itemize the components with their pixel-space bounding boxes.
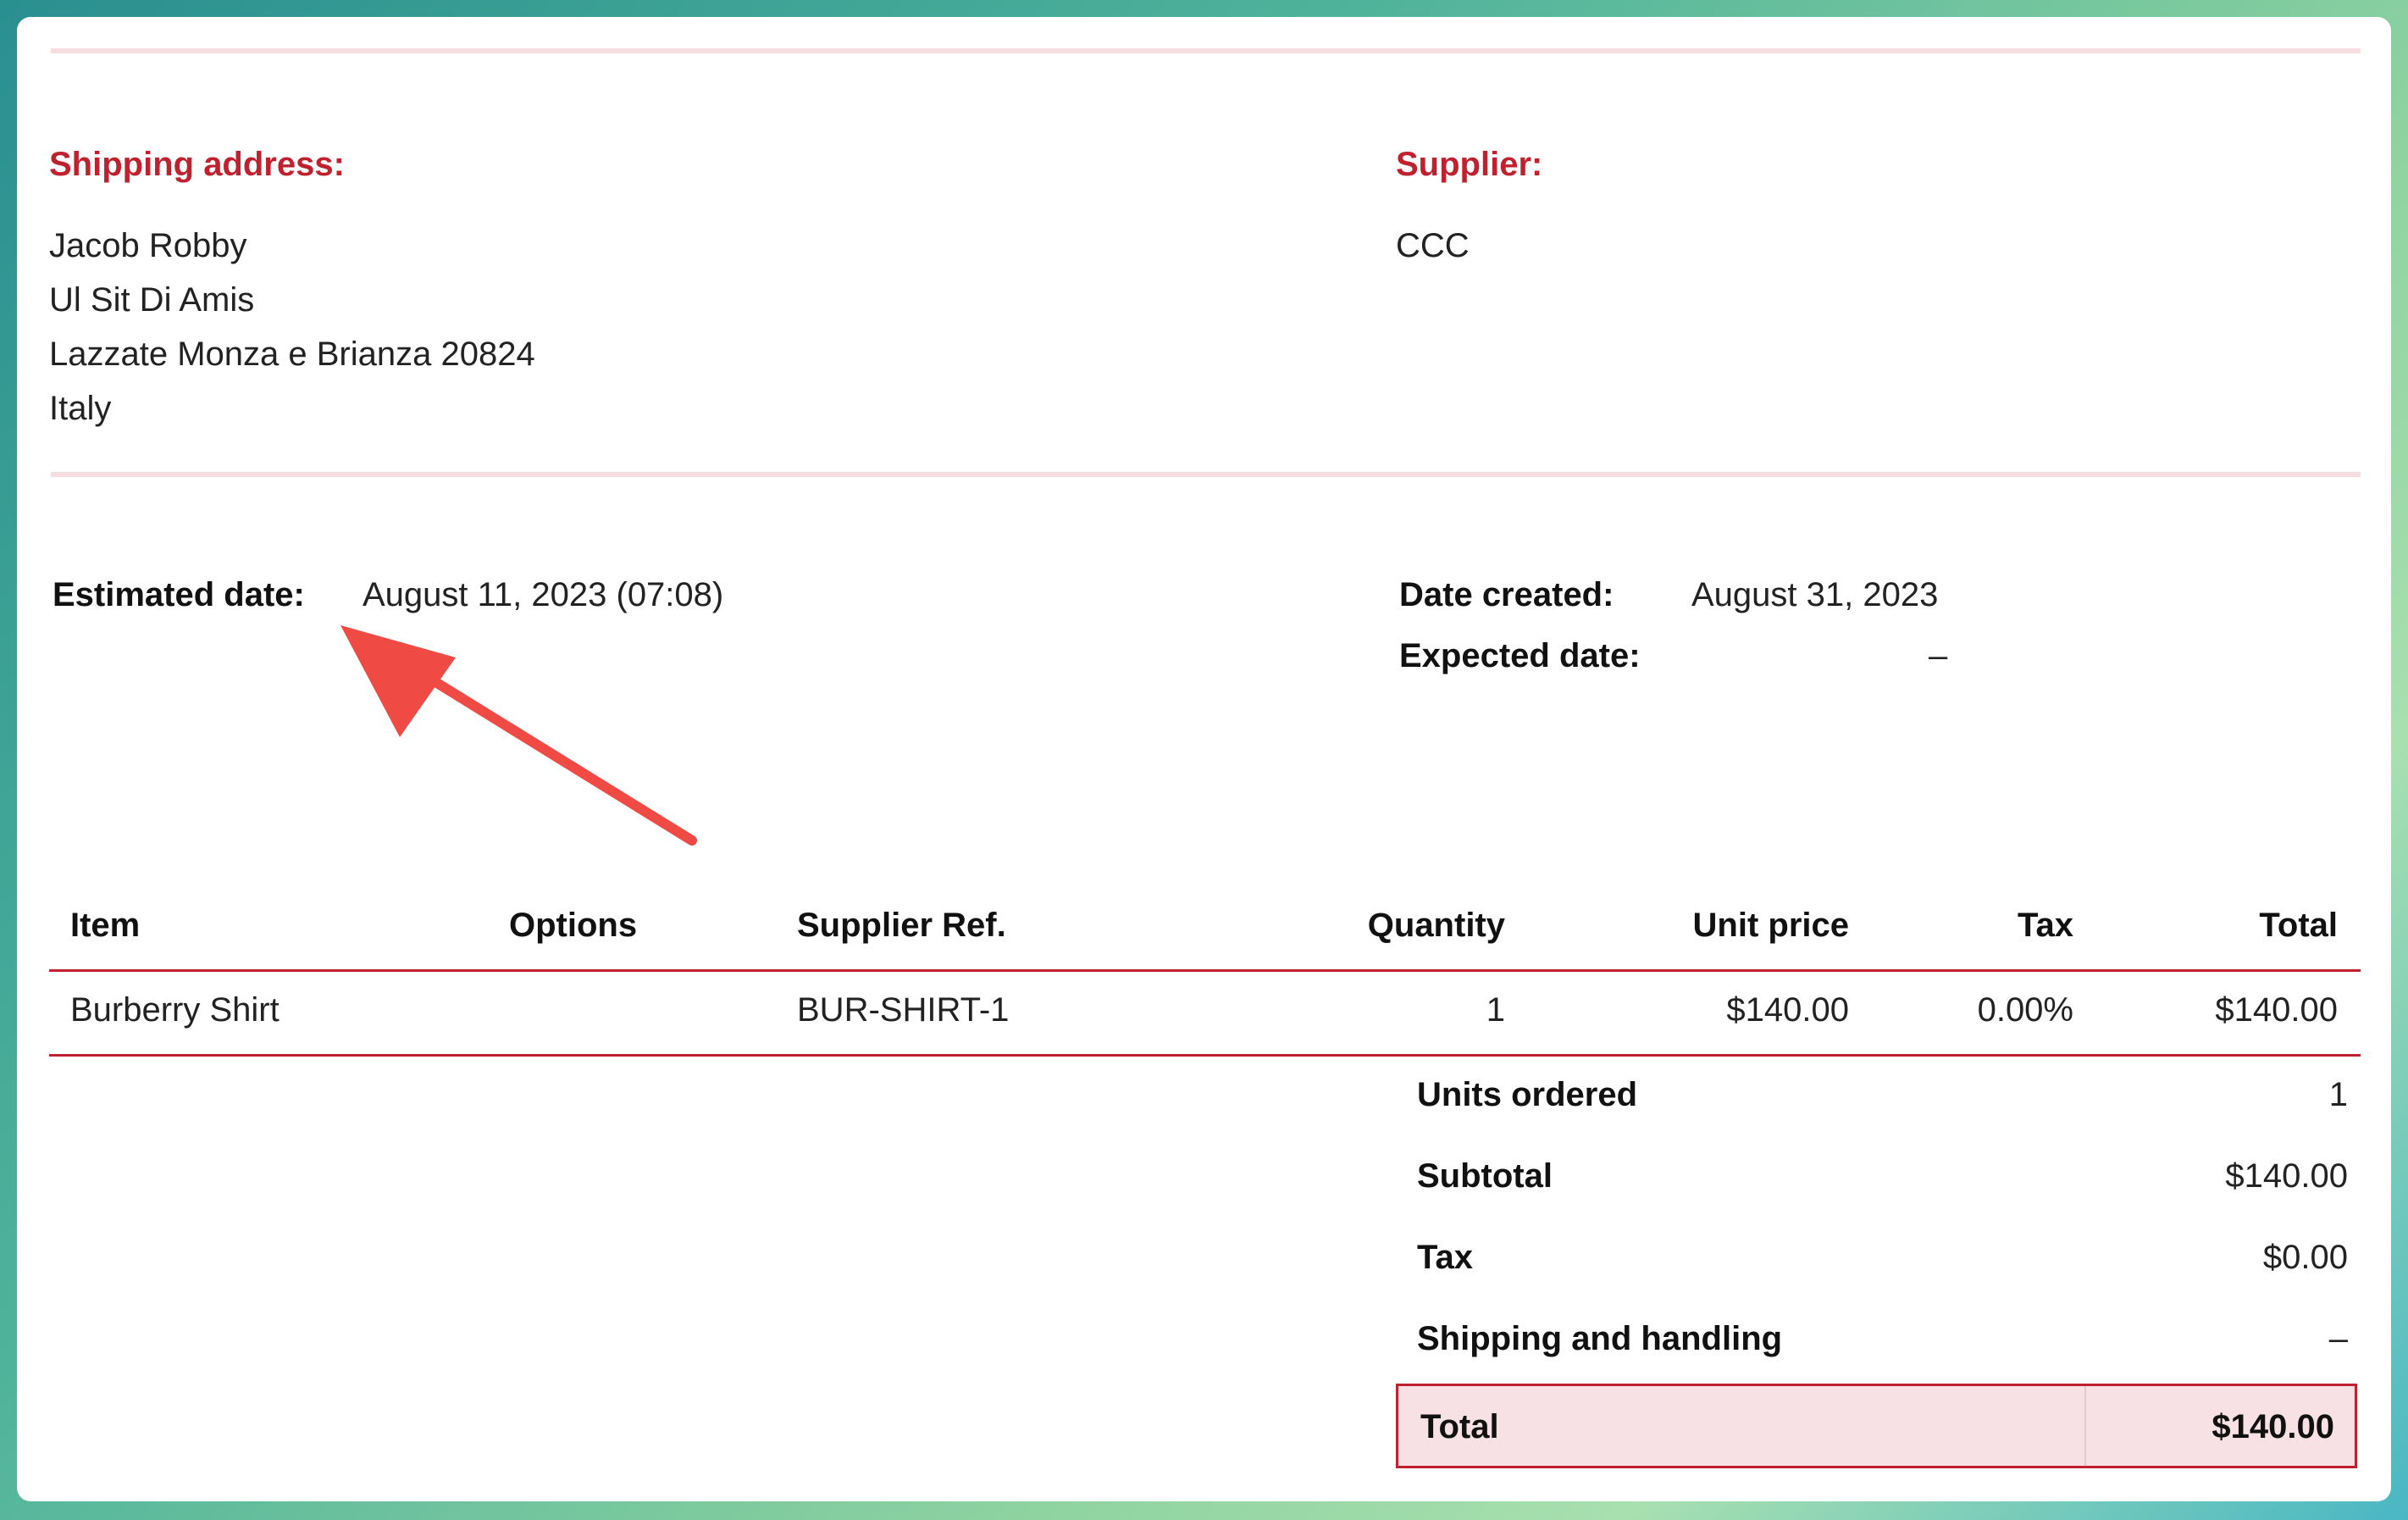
expected-date-value: – — [1929, 637, 1948, 674]
shipping-address-label: Shipping address: — [49, 146, 345, 183]
grand-total-value: $140.00 — [2211, 1408, 2334, 1445]
row-quantity: 1 — [1486, 991, 1505, 1029]
row-supplier-ref: BUR-SHIRT-1 — [797, 991, 1010, 1029]
column-header-tax: Tax — [2018, 907, 2073, 944]
subtotal-value: $140.00 — [2225, 1157, 2348, 1195]
column-header-supplier-ref: Supplier Ref. — [797, 907, 1006, 944]
tax-label: Tax — [1417, 1239, 1473, 1276]
shipping-country: Italy — [49, 390, 112, 427]
estimated-date-label: Estimated date: — [53, 576, 305, 613]
shipping-name: Jacob Robby — [49, 227, 247, 264]
units-ordered-value: 1 — [2328, 1076, 2348, 1113]
shipping-street: Ul Sit Di Amis — [49, 281, 255, 319]
row-unit-price: $140.00 — [1726, 991, 1849, 1029]
column-header-options: Options — [509, 907, 638, 944]
grand-total-box: Total $140.00 — [1396, 1384, 2357, 1468]
top-divider — [51, 48, 2361, 53]
subtotal-label: Subtotal — [1417, 1157, 1553, 1195]
table-header-rule — [49, 969, 2361, 972]
column-header-unit-price: Unit price — [1692, 907, 1849, 944]
row-item: Burberry Shirt — [70, 991, 280, 1029]
date-created-value: August 31, 2023 — [1691, 576, 1939, 613]
units-ordered-label: Units ordered — [1417, 1076, 1638, 1113]
arrow-annotation-icon — [340, 625, 697, 846]
table-row-rule — [49, 1054, 2361, 1057]
row-tax: 0.00% — [1977, 991, 2073, 1029]
column-header-total: Total — [2259, 907, 2338, 944]
grand-total-divider — [2084, 1386, 2086, 1466]
purchase-order-sheet: Shipping address: Jacob Robby Ul Sit Di … — [17, 17, 2391, 1501]
shipping-city: Lazzate Monza e Brianza 20824 — [49, 336, 535, 373]
middle-divider — [51, 472, 2361, 477]
expected-date-label: Expected date: — [1399, 637, 1641, 674]
estimated-date-value: August 11, 2023 (07:08) — [363, 576, 724, 613]
column-header-item: Item — [70, 907, 141, 944]
supplier-label: Supplier: — [1396, 146, 1543, 183]
supplier-name: CCC — [1396, 227, 1470, 264]
row-total: $140.00 — [2215, 991, 2338, 1029]
grand-total-label: Total — [1420, 1408, 1499, 1445]
shipping-handling-value: – — [2328, 1320, 2348, 1357]
column-header-quantity: Quantity — [1367, 907, 1505, 944]
shipping-handling-label: Shipping and handling — [1417, 1320, 1783, 1357]
date-created-label: Date created: — [1399, 576, 1614, 613]
tax-value: $0.00 — [2262, 1239, 2348, 1276]
